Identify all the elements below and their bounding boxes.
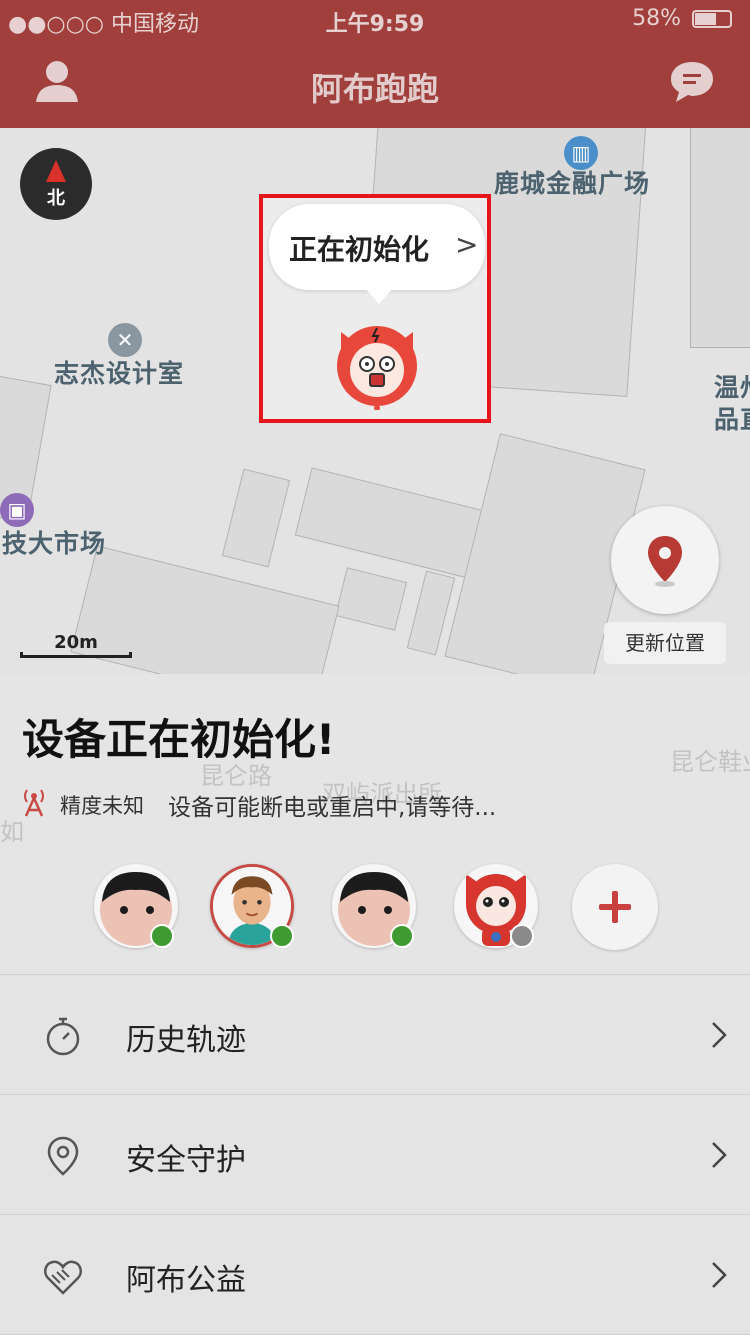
market-icon[interactable]: ▣ bbox=[0, 493, 34, 527]
map-scale: 20m bbox=[20, 632, 132, 658]
poi-label[interactable]: 技大市场 bbox=[2, 524, 106, 560]
location-pin-icon bbox=[47, 1136, 79, 1176]
app-header: 阿布跑跑 bbox=[0, 40, 750, 128]
map-building bbox=[221, 468, 291, 568]
tools-icon[interactable]: ✕ bbox=[108, 323, 142, 357]
update-location-label[interactable]: 更新位置 bbox=[604, 622, 726, 664]
menu-label: 阿布公益 bbox=[126, 1263, 246, 1298]
compass[interactable]: 北 bbox=[20, 148, 92, 220]
stopwatch-icon bbox=[46, 1017, 80, 1056]
signal-tower-icon bbox=[24, 789, 44, 817]
compass-label: 北 bbox=[47, 188, 65, 209]
ghost-map-label: 昆仑鞋业 bbox=[670, 748, 750, 776]
map-building bbox=[334, 567, 408, 631]
poi-label[interactable]: 志杰设计室 bbox=[54, 354, 184, 390]
compass-needle-icon bbox=[46, 160, 66, 182]
add-device-button[interactable] bbox=[572, 864, 658, 950]
chevron-right-icon bbox=[712, 1022, 727, 1048]
battery-indicator: 58% bbox=[632, 6, 732, 31]
online-status-dot bbox=[390, 924, 414, 948]
handshake-heart-icon bbox=[44, 1260, 82, 1295]
scale-bar bbox=[20, 652, 132, 658]
device-info-panel: 昆仑路 双屿派出所 昆仑鞋业 如 设备正在初始化! 精度未知 设备可能断电或重启… bbox=[0, 674, 750, 974]
poi-label[interactable]: 温州 bbox=[714, 368, 750, 404]
bubble-tail bbox=[365, 288, 393, 304]
menu-item-charity[interactable]: 阿布公益 bbox=[0, 1215, 750, 1335]
page-title: 阿布跑跑 bbox=[310, 70, 439, 108]
scale-label: 20m bbox=[54, 632, 98, 653]
map-building bbox=[690, 128, 750, 348]
message-icon[interactable] bbox=[668, 58, 716, 106]
menu-label: 安全守护 bbox=[126, 1143, 246, 1178]
device-marker-highlight[interactable]: 正在初始化 > bbox=[259, 194, 491, 423]
chevron-right-icon bbox=[712, 1142, 727, 1168]
menu-label: 历史轨迹 bbox=[126, 1023, 246, 1058]
bubble-text: 正在初始化 bbox=[289, 233, 430, 266]
battery-percent: 58% bbox=[632, 6, 681, 31]
offline-status-dot bbox=[510, 924, 534, 948]
poi-label[interactable]: 鹿城金融广场 bbox=[494, 164, 650, 200]
poi-label[interactable]: 品直 bbox=[714, 400, 750, 436]
accuracy-label: 精度未知 bbox=[60, 794, 144, 818]
chevron-right-icon bbox=[712, 1262, 727, 1288]
chevron-right-icon: > bbox=[455, 228, 479, 261]
update-location-button[interactable] bbox=[611, 506, 719, 614]
status-bar: ●●○○○ 中国移动 上午9:59 58% bbox=[0, 0, 750, 40]
online-status-dot bbox=[150, 924, 174, 948]
menu-item-history-track[interactable]: 历史轨迹 bbox=[0, 975, 750, 1095]
device-status-title: 设备正在初始化! bbox=[22, 715, 336, 764]
online-status-dot bbox=[270, 924, 294, 948]
feature-menu: 历史轨迹 安全守护 阿布公益 bbox=[0, 974, 750, 1335]
battery-icon bbox=[692, 10, 732, 28]
menu-item-safety-guard[interactable]: 安全守护 bbox=[0, 1095, 750, 1215]
location-pin-icon bbox=[648, 536, 682, 587]
map-view[interactable]: 北 ▥ 鹿城金融广场 ✕ 志杰设计室 温州 品直 ▣ 技大市场 20m 正在初始… bbox=[0, 128, 750, 674]
status-bubble[interactable]: 正在初始化 > bbox=[269, 204, 485, 304]
status-note: 设备可能断电或重启中,请等待... bbox=[168, 795, 497, 821]
mascot-marker-icon[interactable] bbox=[333, 322, 421, 410]
